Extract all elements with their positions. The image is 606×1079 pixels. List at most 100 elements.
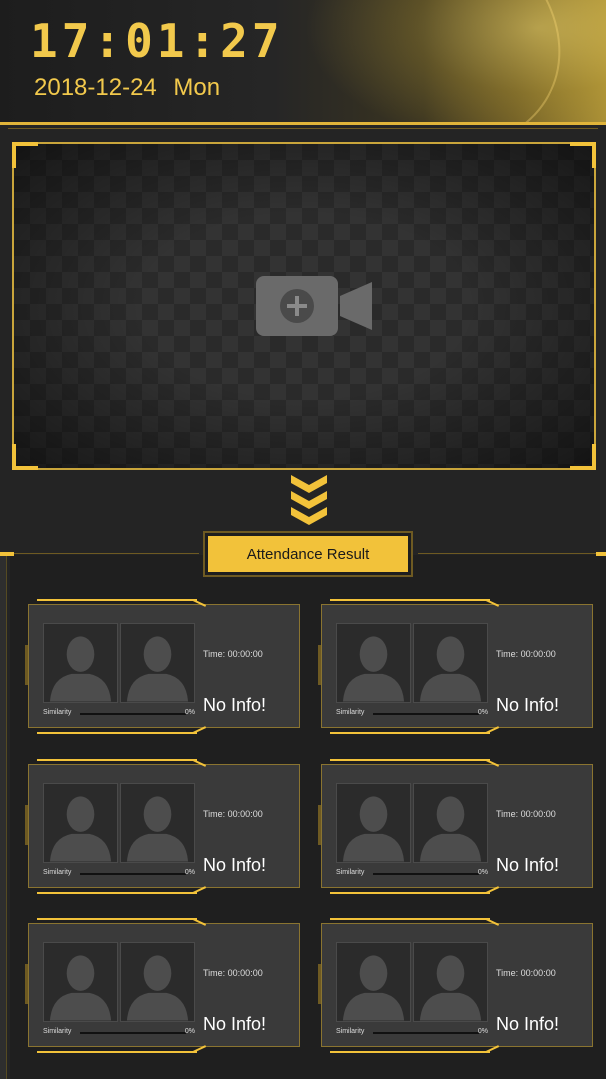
card-tab-bottom bbox=[37, 1046, 197, 1053]
card-tab-top bbox=[37, 759, 197, 766]
similarity-bar bbox=[80, 713, 186, 715]
person-silhouette-icon bbox=[126, 955, 189, 1021]
registered-photo bbox=[120, 942, 195, 1022]
frame-corner bbox=[12, 444, 38, 470]
card-side-mark bbox=[318, 645, 321, 685]
card-tab-top bbox=[330, 599, 490, 606]
status-text: No Info! bbox=[496, 1014, 560, 1034]
person-silhouette-icon bbox=[419, 955, 482, 1021]
header-divider bbox=[0, 122, 606, 125]
similarity-value: 0% bbox=[184, 709, 195, 716]
camera-preview[interactable] bbox=[12, 142, 596, 470]
captured-photo bbox=[43, 942, 118, 1022]
time-label: Time: 00:00:00 bbox=[496, 649, 556, 659]
time-label: Time: 00:00:00 bbox=[203, 968, 263, 978]
similarity-label: Similarity bbox=[43, 1028, 72, 1035]
card-tab-top bbox=[37, 599, 197, 606]
card-tab-top bbox=[330, 759, 490, 766]
similarity-row: Similarity 0% bbox=[336, 869, 488, 879]
card-side-mark bbox=[25, 805, 28, 845]
card-side-mark bbox=[25, 645, 28, 685]
similarity-row: Similarity 0% bbox=[43, 869, 195, 879]
person-silhouette-icon bbox=[49, 955, 112, 1021]
status-text: No Info! bbox=[203, 1014, 267, 1034]
similarity-row: Similarity 0% bbox=[336, 1028, 488, 1038]
similarity-label: Similarity bbox=[336, 1028, 365, 1035]
captured-photo bbox=[336, 942, 411, 1022]
status-text: No Info! bbox=[496, 855, 560, 875]
card-tab-bottom bbox=[37, 887, 197, 894]
panel-edge-line bbox=[418, 553, 596, 554]
similarity-bar bbox=[373, 873, 479, 875]
panel-edge bbox=[0, 555, 7, 1079]
similarity-label: Similarity bbox=[336, 869, 365, 876]
card-tab-bottom bbox=[330, 727, 490, 734]
result-card[interactable]: Similarity 0% Time: 00:00:00 No Info! bbox=[25, 918, 300, 1053]
registered-photo bbox=[413, 783, 488, 863]
captured-photo bbox=[43, 783, 118, 863]
person-silhouette-icon bbox=[419, 796, 482, 862]
similarity-value: 0% bbox=[477, 1028, 488, 1035]
registered-photo bbox=[413, 942, 488, 1022]
similarity-bar bbox=[373, 1032, 479, 1034]
similarity-bar bbox=[80, 873, 186, 875]
registered-photo bbox=[120, 623, 195, 703]
card-side-mark bbox=[25, 964, 28, 1004]
add-camera-icon[interactable] bbox=[256, 274, 372, 338]
card-tab-top bbox=[37, 918, 197, 925]
status-text: No Info! bbox=[203, 695, 267, 715]
captured-photo bbox=[336, 623, 411, 703]
time-label: Time: 00:00:00 bbox=[203, 649, 263, 659]
similarity-label: Similarity bbox=[43, 709, 72, 716]
status-text: No Info! bbox=[496, 695, 560, 715]
card-tab-bottom bbox=[330, 1046, 490, 1053]
card-tab-top bbox=[330, 918, 490, 925]
time-label: Time: 00:00:00 bbox=[203, 809, 263, 819]
result-card[interactable]: Similarity 0% Time: 00:00:00 No Info! bbox=[318, 759, 593, 894]
panel-edge-tick bbox=[0, 552, 14, 556]
similarity-value: 0% bbox=[184, 869, 195, 876]
photo-pair bbox=[43, 623, 195, 703]
person-silhouette-icon bbox=[419, 636, 482, 702]
attendance-result-label: Attendance Result bbox=[208, 536, 408, 572]
person-silhouette-icon bbox=[126, 796, 189, 862]
card-side-mark bbox=[318, 805, 321, 845]
card-tab-bottom bbox=[37, 727, 197, 734]
similarity-label: Similarity bbox=[43, 869, 72, 876]
attendance-result-button[interactable]: Attendance Result bbox=[203, 531, 413, 577]
photo-pair bbox=[43, 942, 195, 1022]
result-card[interactable]: Similarity 0% Time: 00:00:00 No Info! bbox=[318, 599, 593, 734]
photo-pair bbox=[336, 783, 488, 863]
clock: 17:01:27 bbox=[30, 14, 284, 68]
result-card[interactable]: Similarity 0% Time: 00:00:00 No Info! bbox=[25, 599, 300, 734]
similarity-bar bbox=[373, 713, 479, 715]
photo-pair bbox=[336, 623, 488, 703]
frame-corner bbox=[570, 142, 596, 168]
card-side-mark bbox=[318, 964, 321, 1004]
panel-edge-tick bbox=[596, 552, 606, 556]
date: 2018-12-24 Mon bbox=[34, 74, 221, 101]
captured-photo bbox=[43, 623, 118, 703]
header: 17:01:27 2018-12-24 Mon bbox=[0, 0, 606, 122]
person-silhouette-icon bbox=[126, 636, 189, 702]
person-silhouette-icon bbox=[49, 636, 112, 702]
registered-photo bbox=[413, 623, 488, 703]
similarity-row: Similarity 0% bbox=[336, 709, 488, 719]
similarity-value: 0% bbox=[184, 1028, 195, 1035]
photo-pair bbox=[43, 783, 195, 863]
similarity-value: 0% bbox=[477, 869, 488, 876]
registered-photo bbox=[120, 783, 195, 863]
similarity-value: 0% bbox=[477, 709, 488, 716]
person-silhouette-icon bbox=[49, 796, 112, 862]
similarity-bar bbox=[80, 1032, 186, 1034]
header-divider-thin bbox=[8, 128, 598, 129]
result-card[interactable]: Similarity 0% Time: 00:00:00 No Info! bbox=[318, 918, 593, 1053]
time-label: Time: 00:00:00 bbox=[496, 968, 556, 978]
card-tab-bottom bbox=[330, 887, 490, 894]
person-silhouette-icon bbox=[342, 955, 405, 1021]
result-card[interactable]: Similarity 0% Time: 00:00:00 No Info! bbox=[25, 759, 300, 894]
similarity-row: Similarity 0% bbox=[43, 709, 195, 719]
chevron-down-icon bbox=[291, 475, 327, 525]
panel-edge-line bbox=[14, 553, 199, 554]
frame-corner bbox=[570, 444, 596, 470]
